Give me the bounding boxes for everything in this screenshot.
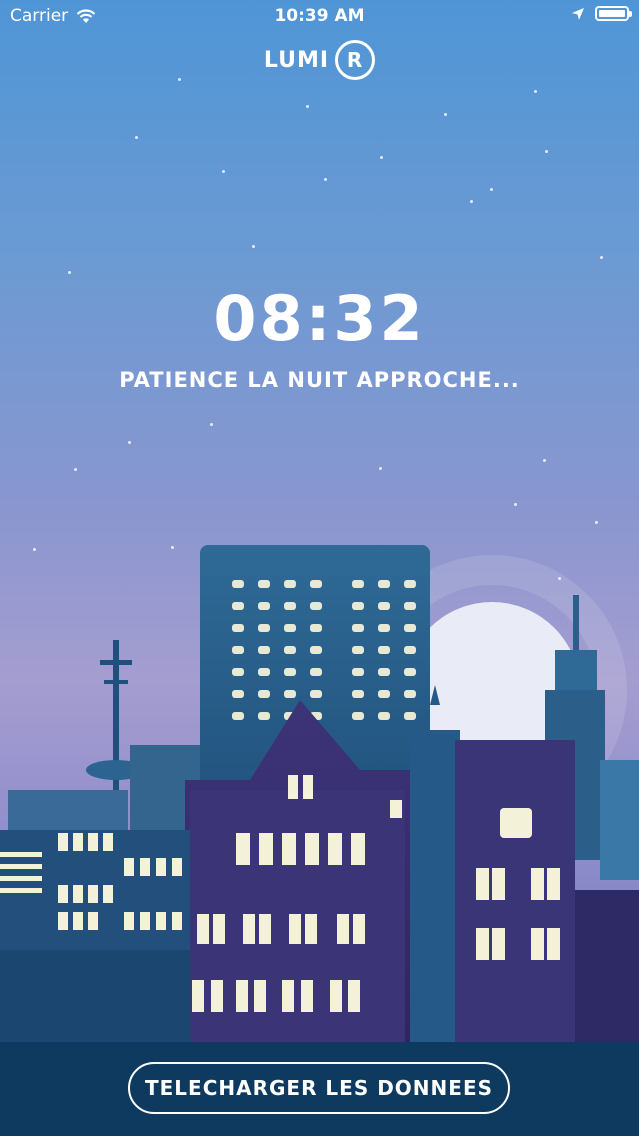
location-arrow-icon <box>572 7 584 20</box>
city-skyline-illustration <box>0 545 639 1060</box>
download-data-button[interactable]: TELECHARGER LES DONNEES <box>128 1062 510 1114</box>
status-time: 10:39 AM <box>274 6 365 26</box>
app-logo: LUMI R <box>0 40 639 80</box>
battery-icon <box>595 6 632 21</box>
status-right <box>571 6 632 21</box>
app-screen: Carrier 10:39 AM LUMI R 08:32 PATIENCE L… <box>0 0 639 1136</box>
status-bar: Carrier 10:39 AM <box>0 0 639 34</box>
logo-ring: R <box>335 40 376 80</box>
battery-fill <box>599 10 625 17</box>
countdown-message: PATIENCE LA NUIT APPROCHE... <box>119 368 520 392</box>
logo-ring-letter: R <box>346 48 364 72</box>
logo-text: LUMI <box>263 47 330 73</box>
countdown-time: 08:32 <box>213 282 426 355</box>
